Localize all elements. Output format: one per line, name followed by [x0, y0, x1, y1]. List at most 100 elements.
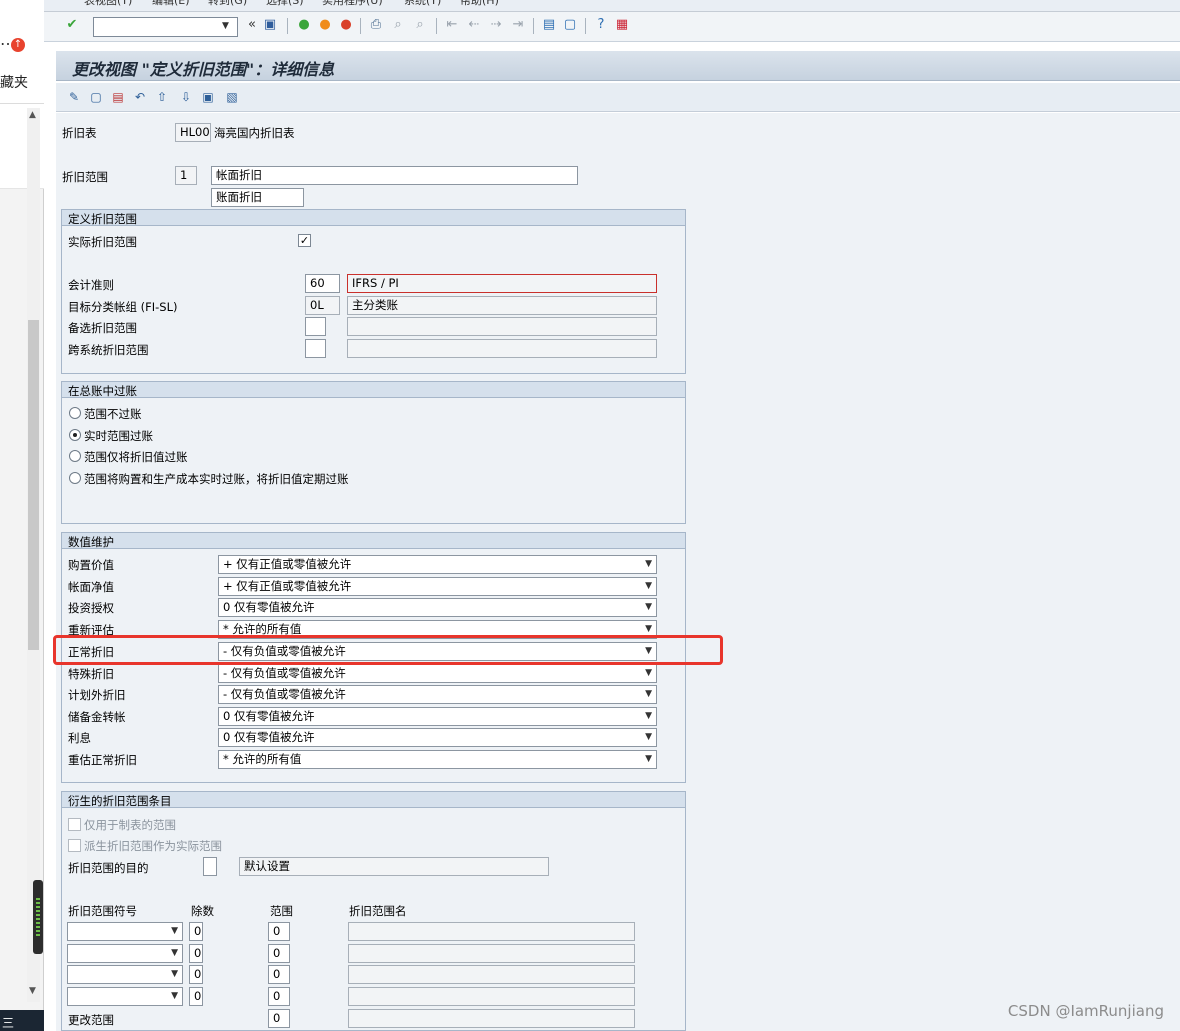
- posting-option-label[interactable]: 范围将购置和生产成本实时过账，将折旧值定期过账: [84, 471, 349, 487]
- derived-divisor-field[interactable]: 0: [189, 987, 203, 1006]
- delete-icon[interactable]: ▤: [110, 89, 126, 105]
- display-change-icon[interactable]: ✎: [66, 89, 82, 105]
- derived-as-real-label: 派生折旧范围作为实际范围: [84, 839, 222, 853]
- cross-system-field[interactable]: [305, 339, 326, 358]
- find-next-icon[interactable]: ⌕: [412, 17, 428, 33]
- save-icon[interactable]: ▣: [262, 17, 278, 33]
- layout-menu-icon[interactable]: ▦: [614, 17, 630, 33]
- new-session-icon[interactable]: ▤: [541, 17, 557, 33]
- derived-sign-select[interactable]: [67, 987, 183, 1006]
- menu-edit[interactable]: 编辑(E): [152, 0, 190, 8]
- scrollbar-thumb[interactable]: [28, 320, 39, 650]
- posting-option-radio[interactable]: [69, 407, 81, 419]
- alt-area-desc: [347, 317, 657, 336]
- value-row-select[interactable]: * 允许的所有值: [218, 750, 657, 769]
- value-row-label: 计划外折旧: [68, 688, 126, 702]
- command-dropdown-icon[interactable]: ▼: [222, 21, 229, 31]
- chart-label: 折旧表: [62, 126, 97, 140]
- value-row-select[interactable]: + 仅有正值或零值被允许: [218, 577, 657, 596]
- last-page-icon[interactable]: ⇥: [510, 17, 526, 33]
- value-row-label: 购置价值: [68, 558, 114, 572]
- page-title: 更改视图 "定义折旧范围"：详细信息: [72, 60, 335, 79]
- only-reporting-checkbox: [68, 818, 81, 831]
- derived-sign-select[interactable]: [67, 944, 183, 963]
- posting-group-header: [62, 382, 685, 398]
- value-row-select[interactable]: - 仅有负值或零值被允许: [218, 664, 657, 683]
- posting-option-radio[interactable]: [69, 450, 81, 462]
- back-icon[interactable]: ●: [296, 17, 312, 33]
- alt-area-field[interactable]: [305, 317, 326, 336]
- menu-utilities[interactable]: 实用程序(U): [322, 0, 383, 8]
- scroll-up-arrow-icon[interactable]: ▲: [29, 110, 36, 120]
- area-desc-short-field[interactable]: 账面折旧: [211, 188, 304, 207]
- exit-icon[interactable]: ●: [317, 17, 333, 33]
- area-desc-long-field[interactable]: 帐面折旧: [211, 166, 578, 185]
- posting-group-title: 在总账中过账: [68, 384, 137, 398]
- next-entry-icon[interactable]: ⇩: [178, 89, 194, 105]
- real-area-checkbox[interactable]: ✓: [298, 234, 311, 247]
- derived-sign-select[interactable]: [67, 965, 183, 984]
- previous-page-icon[interactable]: ⇠: [466, 17, 482, 33]
- derived-area-field[interactable]: 0: [268, 922, 290, 941]
- value-row-select[interactable]: 0 仅有零值被允许: [218, 728, 657, 747]
- posting-option-label[interactable]: 范围不过账: [84, 406, 142, 422]
- value-maintenance-group-header: [62, 533, 685, 549]
- target-ledger-desc: 主分类账: [347, 296, 657, 315]
- value-row-select[interactable]: 0 仅有零值被允许: [218, 707, 657, 726]
- posting-option-radio[interactable]: [69, 472, 81, 484]
- area-code-field: 1: [175, 166, 197, 185]
- posting-option-radio-selected[interactable]: [69, 429, 81, 441]
- collapse-icon[interactable]: «: [244, 17, 260, 33]
- previous-entry-icon[interactable]: ⇧: [154, 89, 170, 105]
- derived-divisor-field[interactable]: 0: [189, 922, 203, 941]
- derived-area-field[interactable]: 0: [268, 944, 290, 963]
- value-row-label: 重估正常折旧: [68, 753, 137, 767]
- posting-option-label[interactable]: 范围仅将折旧值过账: [84, 449, 188, 465]
- value-row-select[interactable]: - 仅有负值或零值被允许: [218, 685, 657, 704]
- change-area-label: 更改范围: [68, 1013, 114, 1027]
- change-area-field[interactable]: 0: [268, 1009, 290, 1028]
- notification-arrow-icon[interactable]: ↑: [11, 38, 25, 52]
- find-icon[interactable]: ⌕: [390, 17, 406, 33]
- cancel-icon[interactable]: ●: [338, 17, 354, 33]
- menu-system[interactable]: 系统(Y): [404, 0, 441, 8]
- new-entries-icon[interactable]: ▢: [88, 89, 104, 105]
- undo-icon[interactable]: ↶: [132, 89, 148, 105]
- menu-table-view[interactable]: 表视图(T): [84, 0, 132, 8]
- value-row-label: 利息: [68, 731, 91, 745]
- next-page-icon[interactable]: ⇢: [488, 17, 504, 33]
- derived-area-name: [348, 922, 635, 941]
- enter-check-icon[interactable]: ✔: [64, 17, 80, 33]
- derived-area-field[interactable]: 0: [268, 965, 290, 984]
- help-icon[interactable]: ?: [593, 17, 609, 33]
- toolbar-separator: [533, 18, 534, 34]
- posting-option-label[interactable]: 实时范围过账: [84, 428, 153, 444]
- select-all-icon[interactable]: ▣: [200, 89, 216, 105]
- first-page-icon[interactable]: ⇤: [444, 17, 460, 33]
- menu-select[interactable]: 选择(S): [266, 0, 304, 8]
- shortcut-icon[interactable]: ▢: [562, 17, 578, 33]
- derived-divisor-field[interactable]: 0: [189, 944, 203, 963]
- value-row-select[interactable]: 0 仅有零值被允许: [218, 598, 657, 617]
- value-row-label: 特殊折旧: [68, 667, 114, 681]
- favorites-label[interactable]: 藏夹: [0, 72, 28, 92]
- define-area-group-title: 定义折旧范围: [68, 212, 137, 226]
- menu-goto[interactable]: 转到(G): [208, 0, 247, 8]
- variant-icon[interactable]: ▧: [224, 89, 240, 105]
- derived-area-field[interactable]: 0: [268, 987, 290, 1006]
- change-area-name: [348, 1009, 635, 1028]
- acct-principle-field[interactable]: 60: [305, 274, 340, 293]
- menu-bar: 表视图(T) 编辑(E) 转到(G) 选择(S) 实用程序(U) 系统(Y) 帮…: [44, 0, 1180, 12]
- alt-area-label: 备选折旧范围: [68, 321, 137, 335]
- derived-area-name: [348, 965, 635, 984]
- taskbar-label[interactable]: 三: [2, 1014, 14, 1031]
- derived-sign-select[interactable]: [67, 922, 183, 941]
- scroll-down-arrow-icon[interactable]: ▼: [29, 986, 36, 996]
- derived-divisor-field[interactable]: 0: [189, 965, 203, 984]
- menu-help[interactable]: 帮助(H): [460, 0, 499, 8]
- command-field[interactable]: [93, 17, 238, 37]
- area-label: 折旧范围: [62, 170, 108, 184]
- print-icon[interactable]: ⎙: [368, 17, 384, 33]
- purpose-field[interactable]: [203, 857, 217, 876]
- value-row-select[interactable]: + 仅有正值或零值被允许: [218, 555, 657, 574]
